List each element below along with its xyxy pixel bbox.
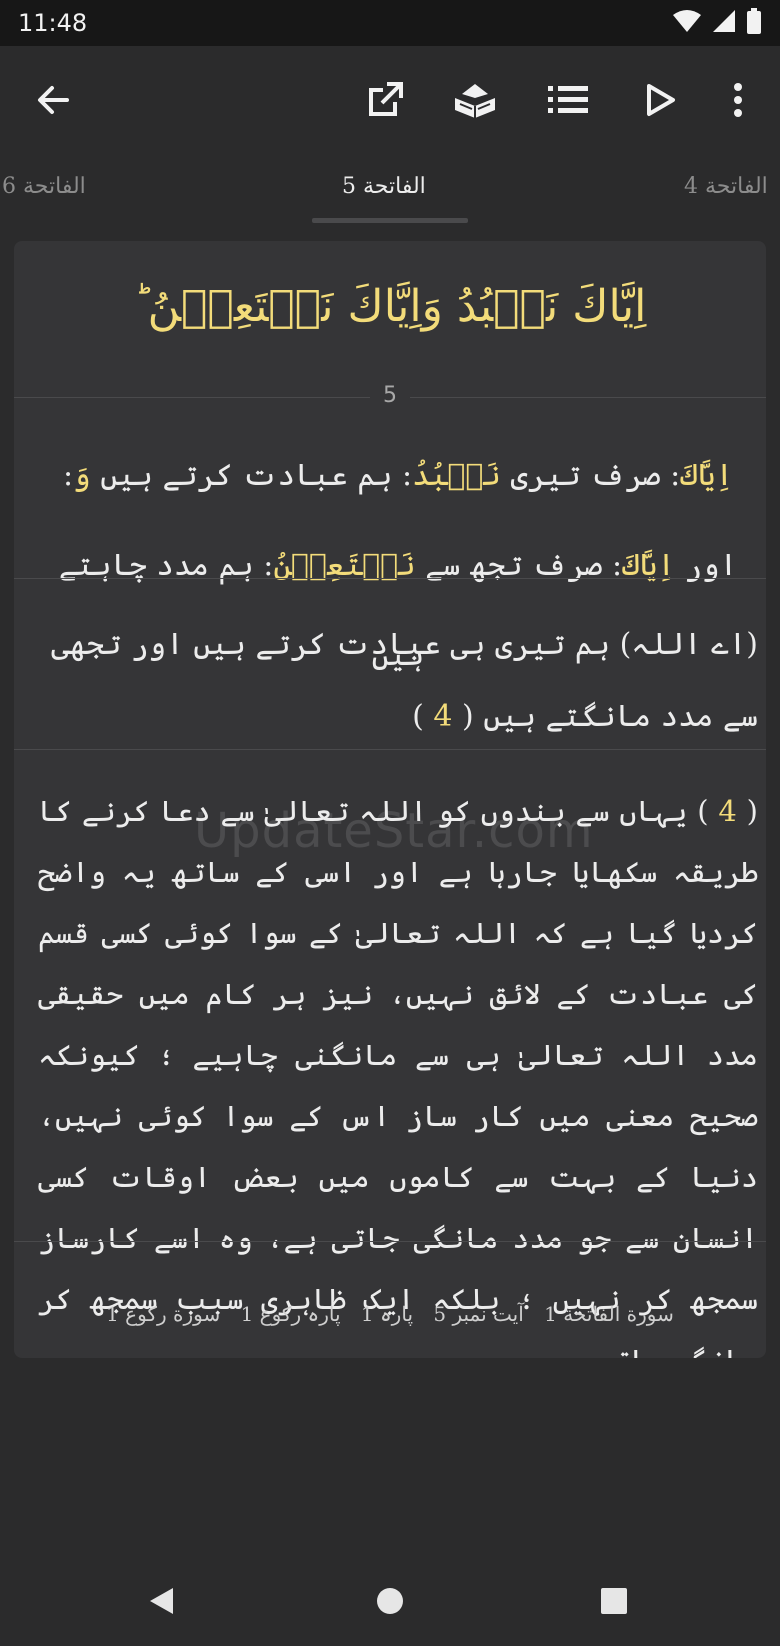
divider [14,1241,766,1242]
top-toolbar [0,46,780,156]
wbw-word: نَعۡبُدُ [412,458,501,493]
divider [14,749,766,750]
divider [14,397,370,398]
wbw-meaning: ہم عبادت کرتے ہیں [100,458,393,493]
meta-surah: سورة الفاتحة 1 [544,1302,674,1326]
wbw-word: اِيَّاكَ [680,458,734,493]
recents-square-icon[interactable] [589,1576,639,1626]
system-nav-bar [0,1556,780,1646]
list-icon[interactable] [544,76,592,124]
divider [410,397,766,398]
verse-meta: سورة الفاتحة 1 آیت نمبر 5 پارہ 1 پارہ رک… [14,1302,766,1326]
battery-icon [746,8,762,38]
verse-card: اِيَّاكَ نَعۡبُدُ وَاِيَّاكَ نَسۡتَعِيۡن… [14,241,766,1358]
status-time: 11:48 [18,9,88,37]
meta-para-ruku: پارہ رکوع 1 [240,1302,341,1326]
meta-ayah: آیت نمبر 5 [433,1302,524,1326]
tafsir-text: ( 4 ) یہاں سے بندوں کو اللہ تعالیٰ سے دع… [38,781,758,1358]
signal-icon [712,9,736,37]
tafsir-ref: 4 [718,794,737,828]
wbw-word: وَ [73,458,91,493]
translation-text: (اے اللہ) ہم تیری ہی عبادت کرتے ہیں اور … [51,627,758,734]
tab-fatiha-6[interactable]: الفاتحة 6 [2,174,86,199]
tafsir-body: یہاں سے بندوں کو اللہ تعالیٰ سے دعا کرنے… [38,794,758,1358]
more-vert-icon[interactable] [714,76,762,124]
back-arrow-icon[interactable] [29,76,77,124]
tab-fatiha-5[interactable]: الفاتحة 5 [342,174,426,199]
verse-number-row: 5 [14,381,766,415]
tab-indicator [312,218,468,223]
quran-book-icon[interactable] [451,76,499,124]
footnote-ref[interactable]: 4 [433,699,452,734]
verse-number: 5 [370,383,410,408]
wifi-icon [672,9,702,37]
divider [14,578,766,579]
meta-surah-ruku: سورة رکوع 1 [106,1302,221,1326]
meta-para: پارہ 1 [360,1302,414,1326]
play-icon[interactable] [635,76,683,124]
arabic-verse: اِيَّاكَ نَعۡبُدُ وَاِيَّاكَ نَسۡتَعِيۡن… [133,281,647,332]
status-icons [672,8,762,38]
tab-fatiha-4[interactable]: الفاتحة 4 [684,174,768,199]
verse-tabs: الفاتحة 6 الفاتحة 5 الفاتحة 4 [0,156,780,226]
share-icon[interactable] [361,76,409,124]
wbw-meaning: صرف تیری [510,458,661,493]
verse-translation: (اے اللہ) ہم تیری ہی عبادت کرتے ہیں اور … [51,627,758,734]
back-triangle-icon[interactable] [137,1576,187,1626]
home-circle-icon[interactable] [365,1576,415,1626]
status-bar: 11:48 [0,0,780,46]
